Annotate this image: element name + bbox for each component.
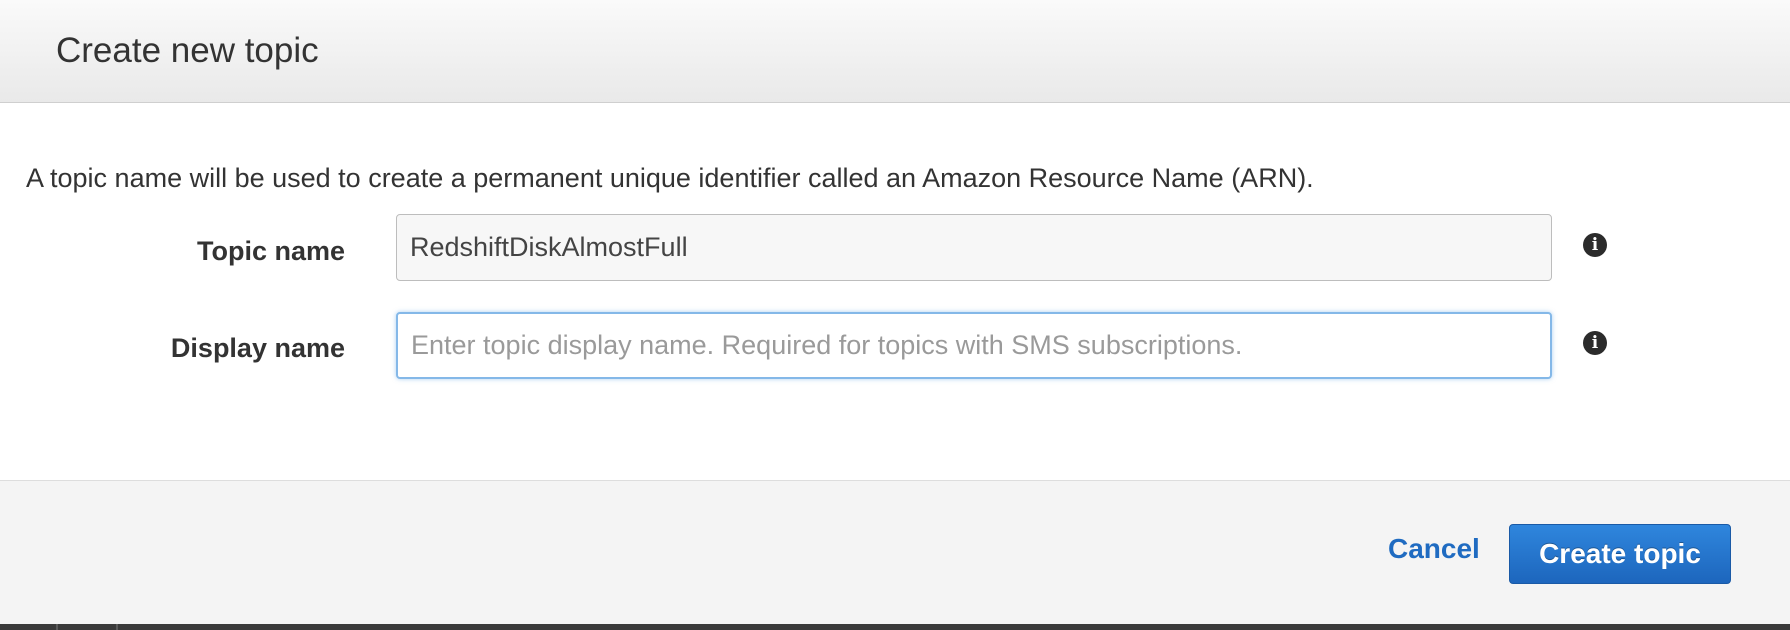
create-topic-dialog: Create new topic A topic name will be us…: [0, 0, 1790, 624]
cancel-button[interactable]: Cancel: [1388, 533, 1480, 565]
create-topic-button[interactable]: Create topic: [1509, 524, 1731, 584]
display-name-label: Display name: [170, 333, 345, 363]
dialog-footer: Cancel Create topic: [0, 480, 1790, 624]
topic-name-input[interactable]: [396, 214, 1552, 281]
info-icon[interactable]: i: [1583, 331, 1607, 355]
background-page: [0, 624, 1790, 630]
dialog-title: Create new topic: [56, 31, 319, 70]
info-icon[interactable]: i: [1583, 233, 1607, 257]
dialog-header: Create new topic: [0, 0, 1790, 103]
topic-name-label: Topic name: [196, 236, 345, 266]
dialog-body: A topic name will be used to create a pe…: [0, 103, 1790, 480]
intro-text: A topic name will be used to create a pe…: [26, 163, 1314, 193]
background-divider: [56, 624, 58, 630]
display-name-input[interactable]: [396, 312, 1552, 379]
background-divider: [116, 624, 118, 630]
